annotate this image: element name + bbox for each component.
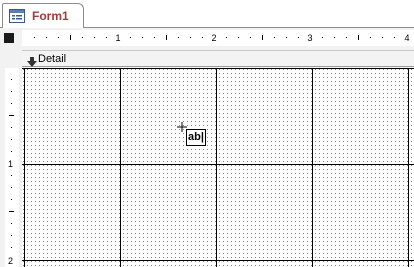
ruler-mark-1: 1 xyxy=(115,33,120,43)
horizontal-ruler[interactable]: 1 2 3 4 xyxy=(22,30,414,46)
detail-section-canvas[interactable] xyxy=(22,68,414,267)
detail-section-bar[interactable]: Detail xyxy=(22,50,414,67)
textbox-tool-icon: ab| xyxy=(186,129,206,146)
section-label: Detail xyxy=(38,53,67,65)
tab-label: Form1 xyxy=(32,9,69,23)
collapse-arrow-icon[interactable] xyxy=(27,54,37,67)
ruler-mark-3: 3 xyxy=(307,33,312,43)
tab-form1[interactable]: Form1 xyxy=(2,3,84,29)
vertical-ruler[interactable]: 1 2 xyxy=(5,68,19,267)
ruler-mark-4: 4 xyxy=(404,33,409,43)
vruler-mark-1: 1 xyxy=(8,159,13,169)
crosshair-icon xyxy=(177,119,187,132)
vruler-mark-2: 2 xyxy=(8,256,13,266)
form-selector-button[interactable] xyxy=(4,33,14,43)
document-tab-strip: Form1 xyxy=(0,0,414,29)
form-design-view: 1 2 3 4 Detail 1 2 xyxy=(0,28,414,267)
ruler-mark-2: 2 xyxy=(211,33,216,43)
form-icon xyxy=(9,9,25,23)
